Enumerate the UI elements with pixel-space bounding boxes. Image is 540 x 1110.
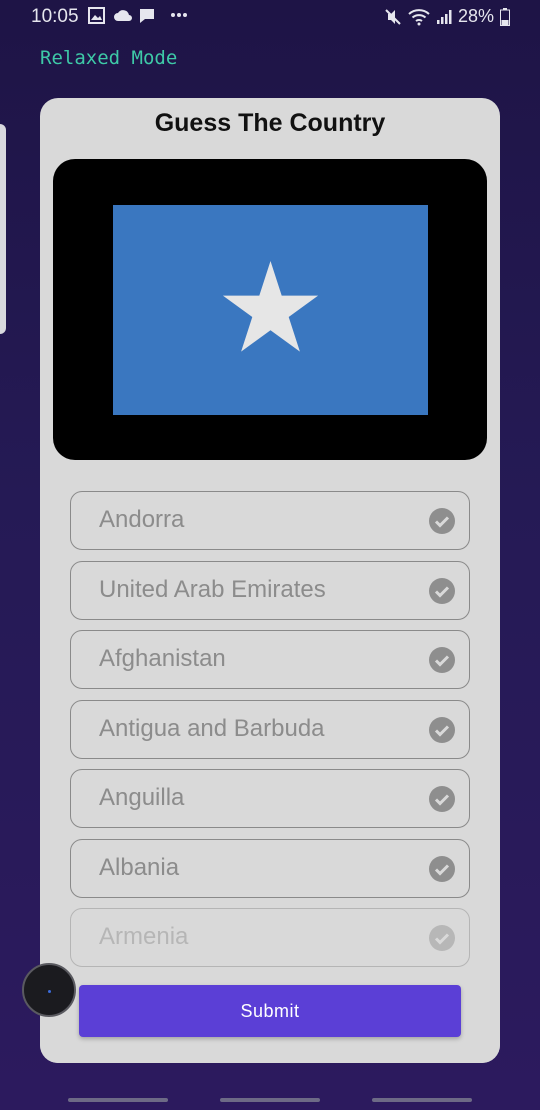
option-label: Armenia — [99, 923, 189, 950]
option-albania[interactable]: Albania — [70, 838, 470, 898]
options-list: Andorra United Arab Emirates Afghanistan… — [70, 491, 470, 978]
image-icon — [88, 7, 105, 24]
option-andorra[interactable]: Andorra — [70, 491, 470, 550]
option-armenia[interactable]: Armenia — [70, 908, 470, 967]
wifi-icon — [408, 8, 430, 25]
battery-icon — [500, 7, 510, 26]
nav-recents-pill[interactable] — [68, 1098, 168, 1102]
option-united-arab-emirates[interactable]: United Arab Emirates — [70, 560, 470, 620]
option-label: Anguilla — [99, 784, 185, 811]
status-time: 10:05 — [31, 6, 79, 27]
nav-back-pill[interactable] — [372, 1098, 472, 1102]
page-title: Guess The Country — [154, 109, 386, 137]
status-bar: 10:05 28% — [0, 0, 540, 34]
option-label: Andorra — [99, 506, 185, 533]
floating-touch-button[interactable] — [22, 963, 76, 1017]
check-circle-icon — [429, 855, 455, 882]
option-anguilla[interactable]: Anguilla — [70, 769, 470, 828]
option-label: Afghanistan — [99, 645, 226, 672]
mute-icon — [385, 8, 401, 25]
flag-image — [113, 205, 428, 415]
submit-button[interactable]: Submit — [79, 985, 461, 1037]
status-right: 28% — [384, 6, 510, 27]
nav-home-pill[interactable] — [220, 1098, 320, 1102]
floating-dot-icon — [48, 990, 51, 993]
edge-panel-handle[interactable] — [0, 124, 6, 334]
cloud-icon — [114, 10, 132, 21]
option-antigua-and-barbuda[interactable]: Antigua and Barbuda — [70, 699, 470, 759]
option-label: Albania — [99, 853, 180, 881]
check-circle-icon — [429, 508, 455, 534]
check-circle-icon — [429, 647, 455, 673]
quiz-card: Guess The Country Andorra United Arab Em… — [40, 98, 500, 1063]
navigation-bar — [0, 1092, 540, 1110]
option-label: Antigua and Barbuda — [99, 714, 325, 742]
mode-label: Relaxed Mode — [40, 47, 178, 69]
more-icon — [171, 13, 187, 17]
check-circle-icon — [429, 786, 455, 812]
signal-icon — [436, 9, 452, 24]
chat-icon — [140, 9, 154, 23]
battery-percent: 28% — [457, 6, 494, 26]
option-afghanistan[interactable]: Afghanistan — [70, 630, 470, 689]
check-circle-icon — [429, 716, 455, 743]
check-circle-icon — [429, 925, 455, 951]
flag-frame — [53, 159, 487, 460]
option-label: United Arab Emirates — [99, 575, 326, 603]
check-circle-icon — [429, 577, 455, 604]
